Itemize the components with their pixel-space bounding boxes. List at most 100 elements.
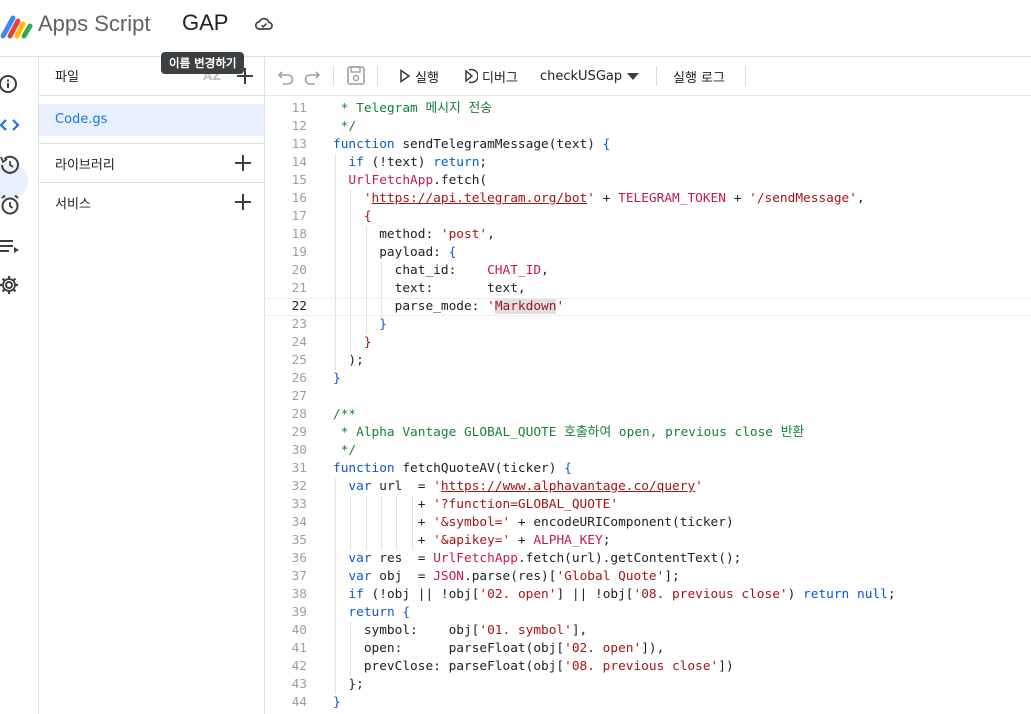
code-token: * Telegram 메시지 전송	[333, 101, 493, 116]
code-line[interactable]: 36 var res = UrlFetchApp.fetch(url).getC…	[265, 550, 1031, 568]
line-number: 32	[291, 479, 307, 494]
line-number: 33	[291, 497, 307, 512]
code-token: +	[333, 497, 434, 512]
execution-log-button[interactable]: 실행 로그	[673, 57, 725, 95]
code-token: '/sendMessage'	[749, 191, 857, 206]
services-label: 서비스	[55, 197, 91, 212]
code-line[interactable]: 14 if (!text) return;	[265, 154, 1031, 172]
code-text: */	[333, 118, 356, 136]
code-text: prevClose: parseFloat(obj['08. previous …	[333, 658, 734, 676]
line-number: 23	[291, 317, 307, 332]
code-line[interactable]: 39 return {	[265, 604, 1031, 622]
undo-icon[interactable]	[277, 57, 295, 95]
redo-icon[interactable]	[303, 57, 321, 95]
code-line[interactable]: 25 );	[265, 352, 1031, 370]
code-line[interactable]: 23 }	[265, 316, 1031, 334]
file-item-code-gs[interactable]: Code.gs	[39, 104, 264, 136]
code-token: '01. symbol'	[479, 623, 572, 638]
code-line[interactable]: 12 */	[265, 118, 1031, 136]
code-text: function sendTelegramMessage(text) {	[333, 136, 610, 154]
line-number: 14	[291, 155, 307, 170]
history-icon[interactable]	[0, 154, 22, 176]
code-token: {	[602, 137, 611, 152]
code-line[interactable]: 21 text: text,	[265, 280, 1031, 298]
code-line[interactable]: 32 var url = 'https://www.alphavantage.c…	[265, 478, 1031, 496]
project-name[interactable]: GAP	[182, 10, 228, 36]
code-token: }	[379, 317, 387, 332]
code-line[interactable]: 42 prevClose: parseFloat(obj['08. previo…	[265, 658, 1031, 676]
add-library-button[interactable]	[233, 153, 253, 173]
code-text: }	[333, 694, 341, 712]
add-service-button[interactable]	[233, 192, 253, 212]
code-line[interactable]: 26}	[265, 370, 1031, 388]
code-line[interactable]: 40 symbol: obj['01. symbol'],	[265, 622, 1031, 640]
code-line[interactable]: 20 chat_id: CHAT_ID,	[265, 262, 1031, 280]
code-text: if (!text) return;	[333, 154, 487, 172]
triggers-icon[interactable]	[0, 194, 22, 216]
code-token: ,	[541, 263, 549, 278]
code-token: '?function=GLOBAL_QUOTE'	[433, 497, 619, 512]
code-line[interactable]: 15 UrlFetchApp.fetch(	[265, 172, 1031, 190]
code-line[interactable]: 31 function fetchQuoteAV(ticker) {	[265, 460, 1031, 478]
libraries-section[interactable]: 라이브러리	[39, 143, 264, 182]
code-line[interactable]: 29 * Alpha Vantage GLOBAL_QUOTE 호출하여 ope…	[265, 424, 1031, 442]
code-line[interactable]: 44}	[265, 694, 1031, 712]
debug-button[interactable]: 디버그	[461, 57, 518, 95]
code-token: method:	[333, 227, 441, 242]
info-icon[interactable]	[0, 73, 22, 95]
code-line[interactable]: 33 + '?function=GLOBAL_QUOTE'	[265, 496, 1031, 514]
code-line[interactable]: 34 + '&symbol=' + encodeURIComponent(tic…	[265, 514, 1031, 532]
code-token: var	[348, 479, 372, 494]
code-token: var	[348, 569, 372, 584]
code-token: ;	[602, 533, 611, 548]
files-title: 파일	[55, 70, 79, 85]
code-line[interactable]: 24 }	[265, 334, 1031, 352]
code-line[interactable]: 22 parse_mode: 'Markdown'	[265, 298, 1031, 317]
code-text: + '?function=GLOBAL_QUOTE'	[333, 496, 618, 514]
settings-icon[interactable]	[0, 274, 22, 296]
run-button[interactable]: 실행	[399, 57, 439, 95]
code-line[interactable]: 37 var obj = JSON.parse(res)['Global Quo…	[265, 568, 1031, 586]
code-text: symbol: obj['01. symbol'],	[333, 622, 587, 640]
apps-script-logo-icon[interactable]	[0, 12, 34, 40]
code-line[interactable]: 19 payload: {	[265, 244, 1031, 262]
code-line[interactable]: 35 + '&apikey=' + ALPHA_KEY;	[265, 532, 1031, 550]
code-line[interactable]: 16 'https://api.telegram.org/bot' + TELE…	[265, 190, 1031, 208]
libraries-label: 라이브러리	[55, 158, 115, 173]
function-select[interactable]: checkUSGap	[540, 57, 640, 95]
line-number: 15	[291, 173, 307, 188]
code-token: function	[333, 461, 395, 476]
code-icon[interactable]	[0, 114, 22, 136]
code-text: 'https://api.telegram.org/bot' + TELEGRA…	[333, 190, 865, 208]
code-token: {	[448, 245, 457, 260]
code-token: ];	[664, 569, 680, 584]
code-line[interactable]: 18 method: 'post',	[265, 226, 1031, 244]
line-number: 17	[291, 209, 307, 224]
save-icon[interactable]	[346, 57, 366, 95]
code-line[interactable]: 17 {	[265, 208, 1031, 226]
code-token: ,	[487, 227, 495, 242]
code-token: }	[333, 371, 341, 386]
code-line[interactable]: 30 */	[265, 442, 1031, 460]
code-text: var obj = JSON.parse(res)['Global Quote'…	[333, 568, 680, 586]
code-line[interactable]: 41 open: parseFloat(obj['02. open']),	[265, 640, 1031, 658]
code-token: var	[348, 551, 372, 566]
top-bar: Apps Script GAP	[0, 0, 1031, 57]
code-token: chat_id:	[333, 263, 488, 278]
code-editor[interactable]: 11 * Telegram 메시지 전송 12 */13 function send…	[265, 96, 1031, 714]
app-name[interactable]: Apps Script	[38, 11, 151, 37]
code-text: var url = 'https://www.alphavantage.co/q…	[333, 478, 702, 496]
code-text: + '&apikey=' + ALPHA_KEY;	[333, 532, 611, 550]
code-token: +	[333, 515, 434, 530]
code-line[interactable]: 11 * Telegram 메시지 전송	[265, 100, 1031, 118]
code-line[interactable]: 28 /**	[265, 406, 1031, 424]
code-line[interactable]: 43 };	[265, 676, 1031, 694]
code-line[interactable]: 27	[265, 388, 1031, 406]
executions-icon[interactable]	[0, 235, 22, 257]
code-line[interactable]: 38 if (!obj || !obj['02. open'] || !obj[…	[265, 586, 1031, 604]
code-token: '08. previous close'	[633, 587, 788, 602]
code-line[interactable]: 13 function sendTelegramMessage(text) {	[265, 136, 1031, 154]
services-section[interactable]: 서비스	[39, 182, 264, 221]
code-token: '02. open'	[564, 641, 642, 656]
code-token: +	[725, 191, 750, 206]
